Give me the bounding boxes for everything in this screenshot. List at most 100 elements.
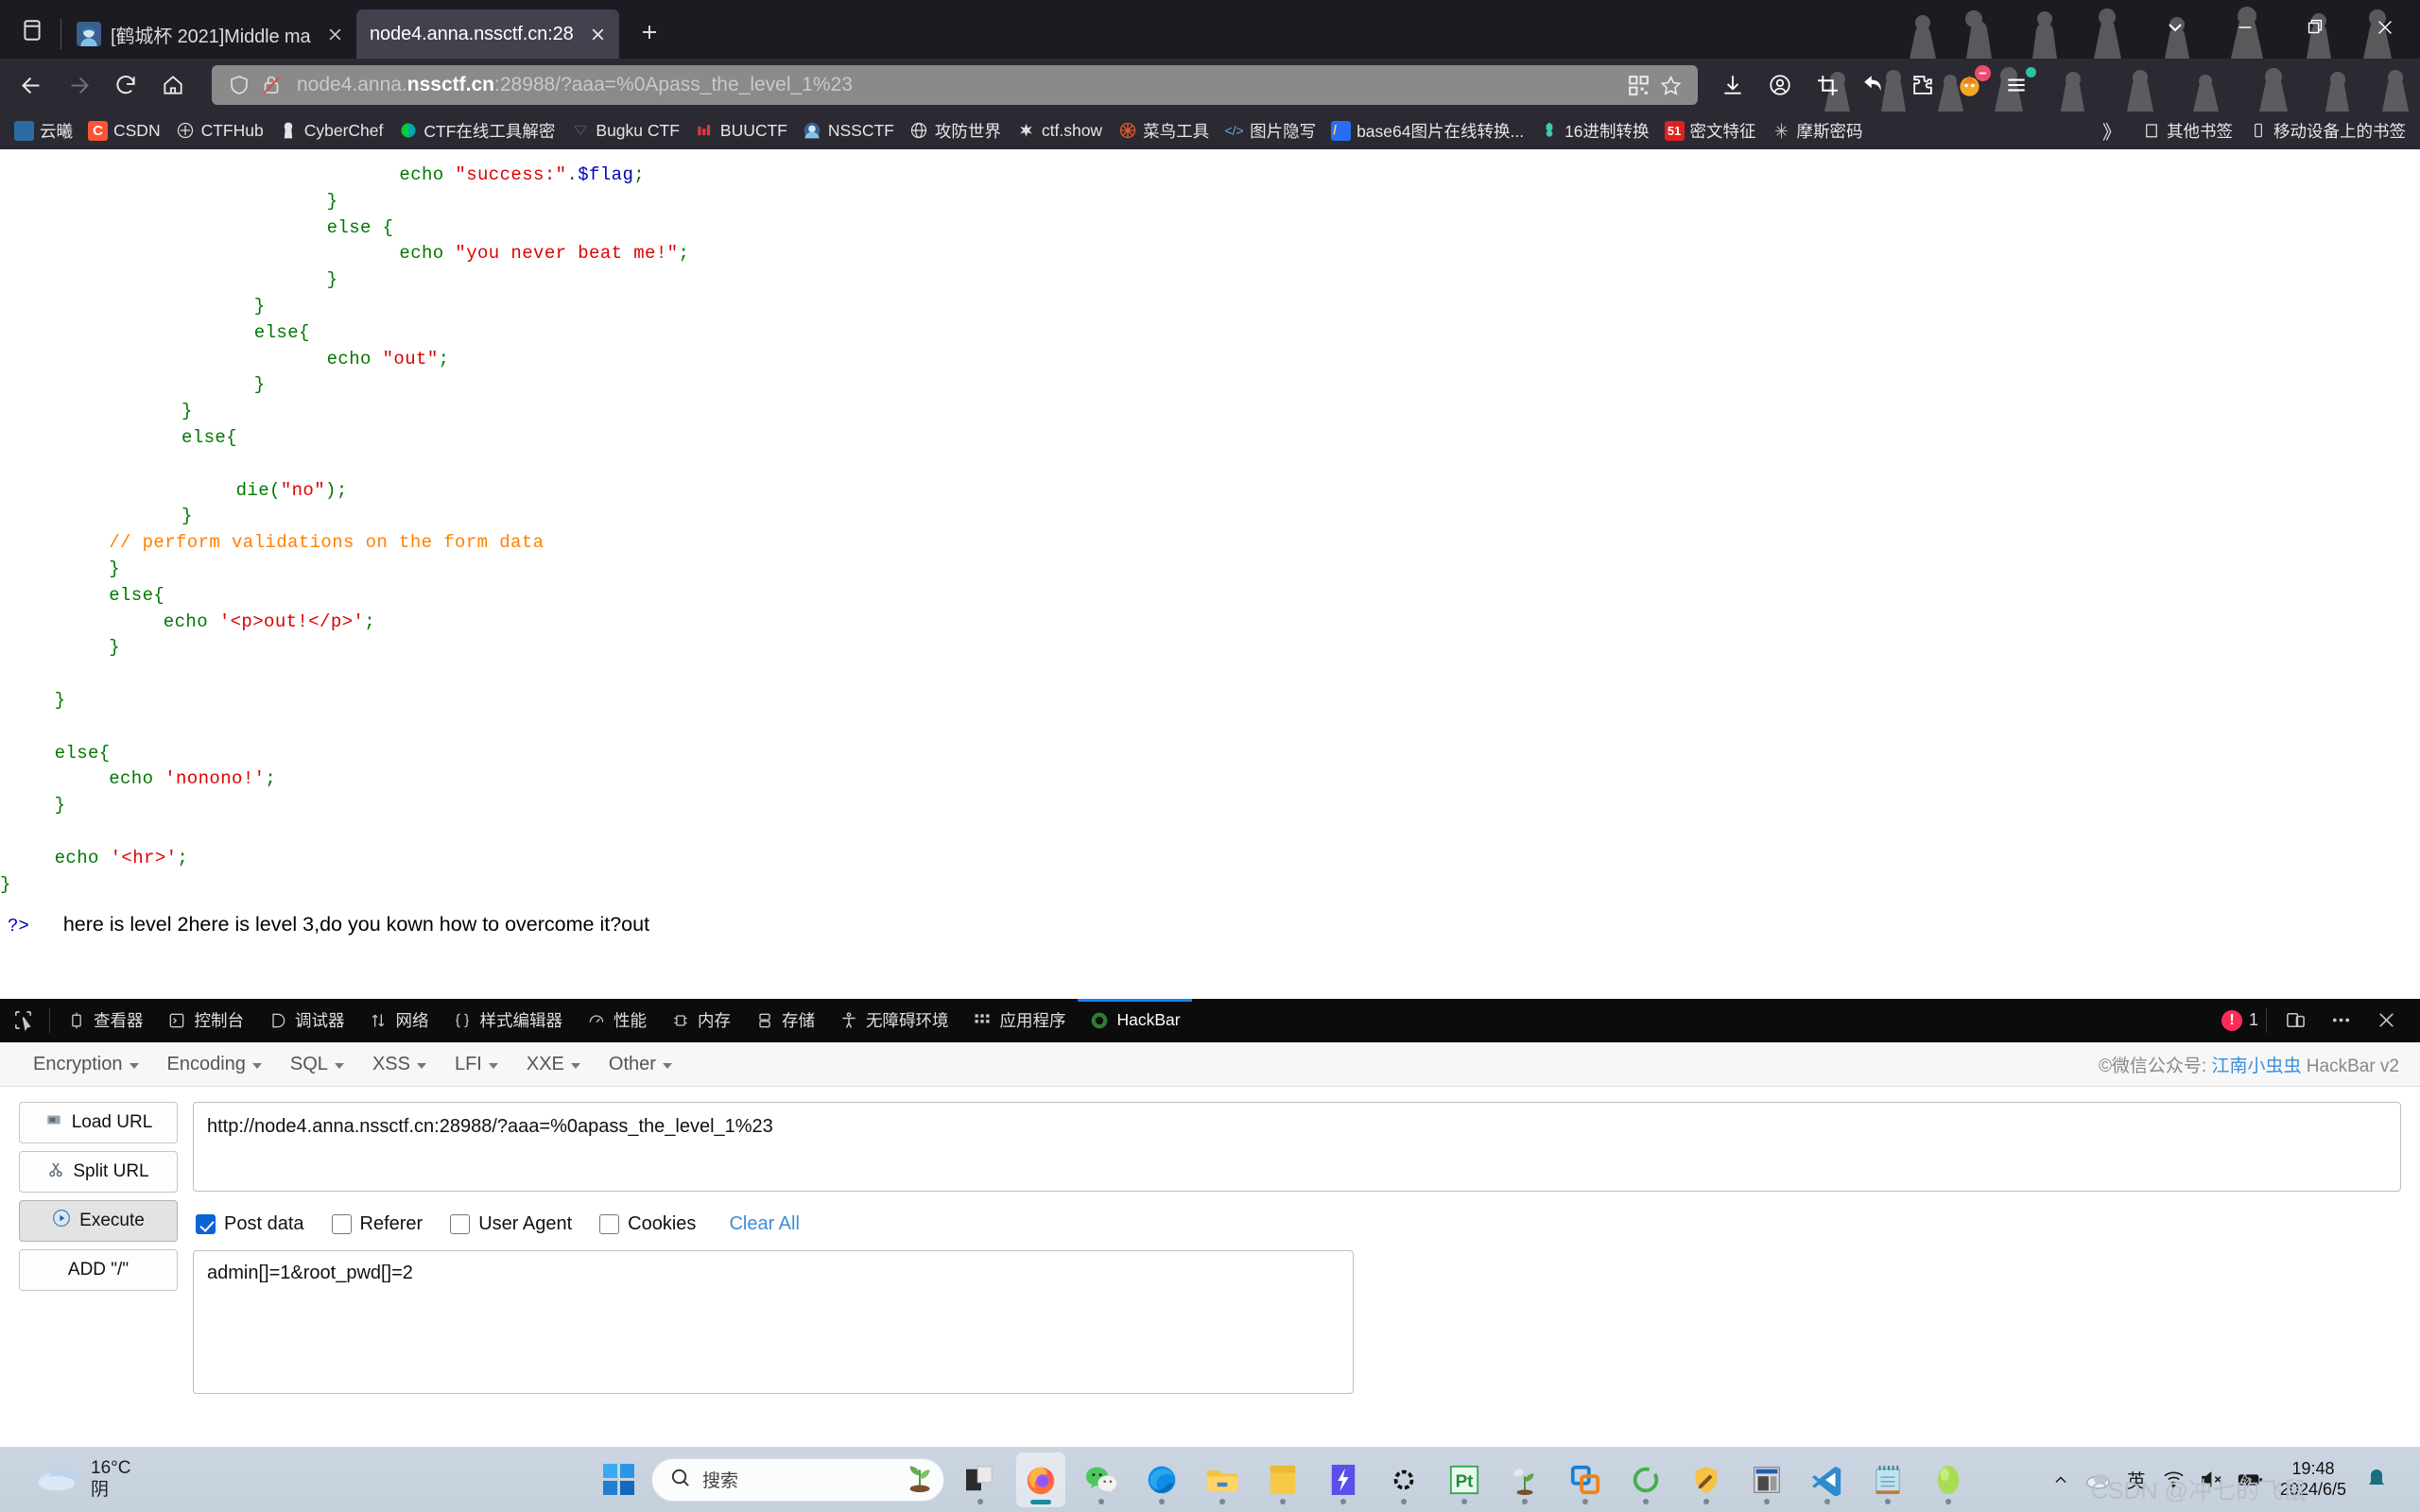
tray-chevron-up-icon[interactable] <box>2042 1458 2080 1502</box>
list-all-tabs-button[interactable] <box>9 8 55 53</box>
devtools-tab-debugger[interactable]: 调试器 <box>255 999 356 1042</box>
credit-link[interactable]: 江南小虫虫 <box>2212 1057 2302 1076</box>
notes-icon[interactable] <box>1258 1452 1307 1507</box>
minimize-button[interactable] <box>2210 6 2280 49</box>
bookmark-cyberchef[interactable]: CyberChef <box>272 118 390 144</box>
browser-tab-2[interactable]: node4.anna.nssctf.cn:28988/?aaa <box>356 9 619 59</box>
bookmark-xctf[interactable]: 攻防世界 <box>903 116 1008 146</box>
o-ring-icon[interactable] <box>1621 1452 1670 1507</box>
account-icon[interactable] <box>1758 63 1802 107</box>
ime-indicator[interactable]: 英 <box>2118 1458 2155 1502</box>
download-icon[interactable] <box>1711 63 1754 107</box>
bookmarks-overflow-chevron[interactable]: 》 <box>2091 117 2133 145</box>
tray-cloud-icon[interactable] <box>2080 1458 2118 1502</box>
wechat-icon[interactable] <box>1077 1452 1126 1507</box>
bookmark-morse[interactable]: 摩斯密码 <box>1765 116 1870 146</box>
lock-broken-icon[interactable] <box>255 69 287 101</box>
bookmark-bugku[interactable]: Bugku CTF <box>563 118 686 144</box>
devtools-tab-application[interactable]: 应用程序 <box>960 999 1078 1042</box>
green-oval-icon[interactable] <box>1924 1452 1973 1507</box>
bookmark-other-folder[interactable]: 其他书签 <box>2135 116 2239 146</box>
error-count-badge[interactable]: ! 1 <box>2221 1009 2258 1031</box>
bookmark-cipher[interactable]: 51 密文特征 <box>1658 116 1763 146</box>
clear-all-link[interactable]: Clear All <box>729 1213 799 1235</box>
firefox-icon[interactable] <box>1015 1452 1065 1507</box>
devtools-tab-storage[interactable]: 存储 <box>742 999 826 1042</box>
post-data-checkbox[interactable]: Post data <box>196 1213 304 1235</box>
referer-checkbox[interactable]: Referer <box>331 1213 423 1235</box>
vmware-icon[interactable] <box>1561 1452 1610 1507</box>
menu-hamburger-icon[interactable] <box>1995 63 2038 107</box>
url-address-bar[interactable]: node4.anna.nssctf.cn:28988/?aaa=%0Apass_… <box>212 65 1698 105</box>
edge-icon[interactable] <box>1137 1452 1186 1507</box>
element-picker-icon[interactable] <box>0 999 45 1042</box>
bookmark-csdn[interactable]: C CSDN <box>81 118 167 144</box>
execute-button[interactable]: Execute <box>19 1200 178 1242</box>
pt-icon[interactable]: Pt <box>1440 1452 1489 1507</box>
devtools-tab-memory[interactable]: 内存 <box>658 999 742 1042</box>
more-options-icon[interactable] <box>2320 1000 2361 1041</box>
bookmark-base64[interactable]: / base64图片在线转换... <box>1324 116 1530 146</box>
tab-close-icon[interactable] <box>583 20 612 48</box>
hackbar-menu-other[interactable]: Other <box>595 1050 686 1079</box>
url-textarea[interactable] <box>193 1102 2401 1192</box>
plant-app-icon[interactable] <box>1500 1452 1549 1507</box>
forward-button[interactable] <box>57 63 100 107</box>
devtools-tab-console[interactable]: 控制台 <box>155 999 256 1042</box>
windows-start-icon[interactable] <box>598 1459 640 1501</box>
clock[interactable]: 19:48 2024/6/5 <box>2269 1459 2358 1501</box>
browser-tab-1[interactable]: [鹤城杯 2021]Middle magic | <box>63 9 356 59</box>
shield-pencil-icon[interactable] <box>1682 1452 1731 1507</box>
devtools-tab-hackbar[interactable]: HackBar <box>1077 998 1192 1042</box>
tab-list-chevron-button[interactable] <box>2140 6 2210 49</box>
bookmark-nssctf[interactable]: NSSCTF <box>796 118 901 144</box>
devtools-tab-performance[interactable]: 性能 <box>574 999 658 1042</box>
split-url-button[interactable]: Split URL <box>19 1151 178 1193</box>
devtools-tab-style-editor[interactable]: 样式编辑器 <box>441 999 575 1042</box>
bookmark-runoob[interactable]: 菜鸟工具 <box>1111 116 1216 146</box>
maximize-button[interactable] <box>2280 6 2350 49</box>
bell-icon[interactable] <box>2358 1458 2395 1502</box>
cookies-checkbox[interactable]: Cookies <box>599 1213 696 1235</box>
tab-close-icon[interactable] <box>320 20 349 48</box>
bookmark-ctfhub[interactable]: CTFHub <box>169 118 270 144</box>
reload-button[interactable] <box>104 63 147 107</box>
foxyproxy-icon[interactable] <box>1947 63 1991 107</box>
wifi-icon[interactable] <box>2155 1458 2193 1502</box>
load-url-button[interactable]: Load URL <box>19 1102 178 1143</box>
bookmark-mobile-folder[interactable]: 移动设备上的书签 <box>2241 116 2412 146</box>
extension-puzzle-icon[interactable] <box>1900 63 1944 107</box>
search-input[interactable]: 搜索 <box>650 1457 944 1502</box>
undo-icon[interactable] <box>1853 63 1896 107</box>
devtools-tab-accessibility[interactable]: 无障碍环境 <box>826 999 960 1042</box>
close-icon[interactable] <box>2365 1000 2407 1041</box>
qr-code-icon[interactable] <box>1622 69 1654 101</box>
battery-icon[interactable] <box>2231 1458 2269 1502</box>
bookmark-ctfshow[interactable]: ctf.show <box>1010 118 1109 144</box>
vscode-icon[interactable] <box>1803 1452 1852 1507</box>
hackbar-menu-encryption[interactable]: Encryption <box>19 1050 153 1079</box>
hackbar-menu-lfi[interactable]: LFI <box>441 1050 512 1079</box>
bookmark-yunxi[interactable]: 云曦 <box>8 116 79 146</box>
user-agent-checkbox[interactable]: User Agent <box>450 1213 572 1235</box>
ida-icon[interactable] <box>1379 1452 1428 1507</box>
bookmark-stego[interactable]: </> 图片隐写 <box>1218 116 1322 146</box>
add-slash-button[interactable]: ADD "/" <box>19 1249 178 1291</box>
star-icon[interactable] <box>1654 69 1686 101</box>
devtools-tab-network[interactable]: 网络 <box>356 999 441 1042</box>
file-explorer-icon[interactable] <box>1198 1452 1247 1507</box>
back-button[interactable] <box>9 63 53 107</box>
notepad-icon[interactable] <box>1863 1452 1912 1507</box>
volume-muted-icon[interactable] <box>2193 1458 2231 1502</box>
new-tab-button[interactable] <box>629 11 670 53</box>
task-view-icon[interactable] <box>956 1452 1005 1507</box>
hackbar-menu-encoding[interactable]: Encoding <box>153 1050 276 1079</box>
bookmark-buuctf[interactable]: BUUCTF <box>688 118 794 144</box>
close-button[interactable] <box>2350 6 2420 49</box>
bookmark-ctf-tool[interactable]: CTF在线工具解密 <box>391 116 562 146</box>
virtual-machine-icon[interactable] <box>1742 1452 1791 1507</box>
devtools-tab-inspector[interactable]: 查看器 <box>54 999 155 1042</box>
hackbar-menu-sql[interactable]: SQL <box>276 1050 358 1079</box>
weather-widget[interactable]: 16°C 阴 <box>0 1458 529 1501</box>
shield-icon[interactable] <box>223 69 255 101</box>
